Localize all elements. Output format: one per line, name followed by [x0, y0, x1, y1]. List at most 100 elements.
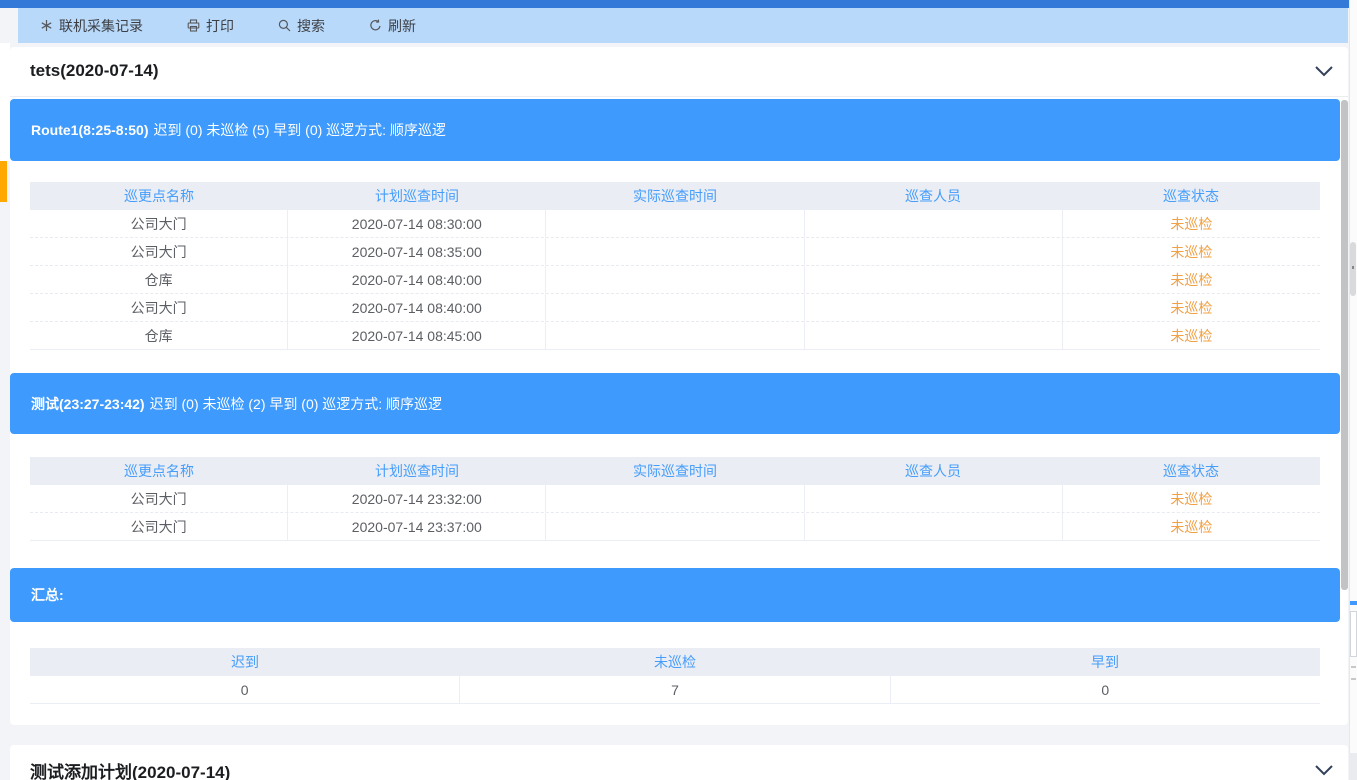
search-button[interactable]: 搜索: [264, 8, 339, 43]
left-margin: [0, 43, 10, 161]
cell-status: 未巡检: [1063, 210, 1320, 237]
next-report-title[interactable]: 测试添加计划(2020-07-14): [30, 758, 230, 780]
table-row: 公司大门 2020-07-14 08:40:00 未巡检: [30, 294, 1320, 322]
cell-planned: 2020-07-14 08:40:00: [288, 266, 546, 293]
refresh-icon: [369, 19, 382, 32]
report-header-divider: [10, 96, 1348, 97]
edge-artifact-dash: [1351, 678, 1356, 680]
edge-artifact-blue-tick: [1350, 601, 1357, 605]
cell-point: 公司大门: [30, 238, 288, 265]
cell-actual: [546, 485, 804, 512]
screen: 联机采集记录 打印 搜索 刷新: [0, 0, 1357, 780]
summary-value-row: 0 7 0: [30, 676, 1320, 704]
refresh-button[interactable]: 刷新: [355, 8, 430, 43]
collect-records-button[interactable]: 联机采集记录: [26, 8, 157, 43]
cell-planned: 2020-07-14 23:32:00: [288, 485, 546, 512]
window-top-strip: [0, 0, 1357, 8]
col-person[interactable]: 巡查人员: [804, 186, 1062, 206]
collapse-report-chevron-down-icon[interactable]: [1314, 65, 1334, 79]
cell-status: 未巡检: [1063, 513, 1320, 540]
content-scrollbar-thumb[interactable]: [1341, 100, 1348, 590]
col-missed[interactable]: 未巡检: [460, 652, 890, 672]
table-header-row: 巡更点名称 计划巡查时间 实际巡查时间 巡查人员 巡查状态: [30, 457, 1320, 485]
cell-status: 未巡检: [1063, 322, 1320, 349]
cell-point: 公司大门: [30, 513, 288, 540]
cell-planned: 2020-07-14 08:30:00: [288, 210, 546, 237]
missed-count: 7: [460, 676, 890, 703]
table-header-row: 巡更点名称 计划巡查时间 实际巡查时间 巡查人员 巡查状态: [30, 182, 1320, 210]
early-count: 0: [891, 676, 1320, 703]
route1-table: 巡更点名称 计划巡查时间 实际巡查时间 巡查人员 巡查状态 公司大门 2020-…: [30, 182, 1320, 350]
cell-planned: 2020-07-14 08:40:00: [288, 294, 546, 321]
edge-artifact-block: [1349, 753, 1357, 780]
cell-planned: 2020-07-14 23:37:00: [288, 513, 546, 540]
collect-records-label: 联机采集记录: [59, 16, 143, 36]
toolbar: 联机采集记录 打印 搜索 刷新: [18, 8, 1348, 43]
table-row: 仓库 2020-07-14 08:45:00 未巡检: [30, 322, 1320, 350]
cell-person: [805, 485, 1063, 512]
cell-status: 未巡检: [1063, 266, 1320, 293]
cell-point: 公司大门: [30, 210, 288, 237]
cell-point: 公司大门: [30, 485, 288, 512]
col-person[interactable]: 巡查人员: [804, 461, 1062, 481]
window-scrollbar-track[interactable]: [1349, 0, 1357, 780]
cell-person: [805, 266, 1063, 293]
table-row: 公司大门 2020-07-14 23:37:00 未巡检: [30, 513, 1320, 541]
cell-actual: [546, 294, 804, 321]
window-scrollbar-thumb[interactable]: [1350, 242, 1356, 296]
late-count: 0: [30, 676, 460, 703]
cell-person: [805, 513, 1063, 540]
col-status[interactable]: 巡查状态: [1062, 461, 1320, 481]
table-row: 公司大门 2020-07-14 23:32:00 未巡检: [30, 485, 1320, 513]
cell-actual: [546, 266, 804, 293]
cell-actual: [546, 322, 804, 349]
col-point-name[interactable]: 巡更点名称: [30, 186, 288, 206]
col-early[interactable]: 早到: [890, 652, 1320, 672]
print-button[interactable]: 打印: [173, 8, 248, 43]
table-row: 公司大门 2020-07-14 08:30:00 未巡检: [30, 210, 1320, 238]
cell-person: [805, 238, 1063, 265]
cell-person: [805, 322, 1063, 349]
cell-person: [805, 294, 1063, 321]
col-actual-time[interactable]: 实际巡查时间: [546, 186, 804, 206]
print-label: 打印: [206, 16, 234, 36]
col-planned-time[interactable]: 计划巡查时间: [288, 186, 546, 206]
cell-actual: [546, 210, 804, 237]
cell-person: [805, 210, 1063, 237]
report-title[interactable]: tets(2020-07-14): [30, 61, 159, 81]
cell-planned: 2020-07-14 08:35:00: [288, 238, 546, 265]
route2-stats: 迟到 (0) 未巡检 (2) 早到 (0) 巡逻方式: 顺序巡逻: [150, 394, 442, 414]
cell-point: 仓库: [30, 266, 288, 293]
col-planned-time[interactable]: 计划巡查时间: [288, 461, 546, 481]
summary-banner: 汇总:: [10, 568, 1340, 622]
route1-stats: 迟到 (0) 未巡检 (5) 早到 (0) 巡逻方式: 顺序巡逻: [153, 120, 445, 140]
route2-banner: 测试(23:27-23:42) 迟到 (0) 未巡检 (2) 早到 (0) 巡逻…: [10, 373, 1340, 434]
route1-name: Route1(8:25-8:50): [31, 122, 148, 138]
route2-name: 测试(23:27-23:42): [31, 394, 145, 414]
cell-point: 仓库: [30, 322, 288, 349]
edge-artifact-dash: [1351, 666, 1356, 668]
summary-table: 迟到 未巡检 早到 0 7 0: [30, 648, 1320, 704]
route1-banner: Route1(8:25-8:50) 迟到 (0) 未巡检 (5) 早到 (0) …: [10, 99, 1340, 161]
cell-status: 未巡检: [1063, 294, 1320, 321]
table-row: 公司大门 2020-07-14 08:35:00 未巡检: [30, 238, 1320, 266]
cell-actual: [546, 513, 804, 540]
print-icon: [187, 19, 200, 32]
search-icon: [278, 19, 291, 32]
col-actual-time[interactable]: 实际巡查时间: [546, 461, 804, 481]
route2-table: 巡更点名称 计划巡查时间 实际巡查时间 巡查人员 巡查状态 公司大门 2020-…: [30, 457, 1320, 541]
cell-status: 未巡检: [1063, 485, 1320, 512]
table-row: 仓库 2020-07-14 08:40:00 未巡检: [30, 266, 1320, 294]
cell-point: 公司大门: [30, 294, 288, 321]
collapse-next-report-chevron-down-icon[interactable]: [1314, 764, 1334, 778]
summary-label: 汇总:: [31, 585, 64, 605]
col-point-name[interactable]: 巡更点名称: [30, 461, 288, 481]
edge-artifact-box: [1350, 611, 1357, 657]
summary-header-row: 迟到 未巡检 早到: [30, 648, 1320, 676]
col-status[interactable]: 巡查状态: [1062, 186, 1320, 206]
collect-records-icon: [40, 19, 53, 32]
cell-actual: [546, 238, 804, 265]
col-late[interactable]: 迟到: [30, 652, 460, 672]
side-tab[interactable]: [0, 161, 7, 202]
search-label: 搜索: [297, 16, 325, 36]
